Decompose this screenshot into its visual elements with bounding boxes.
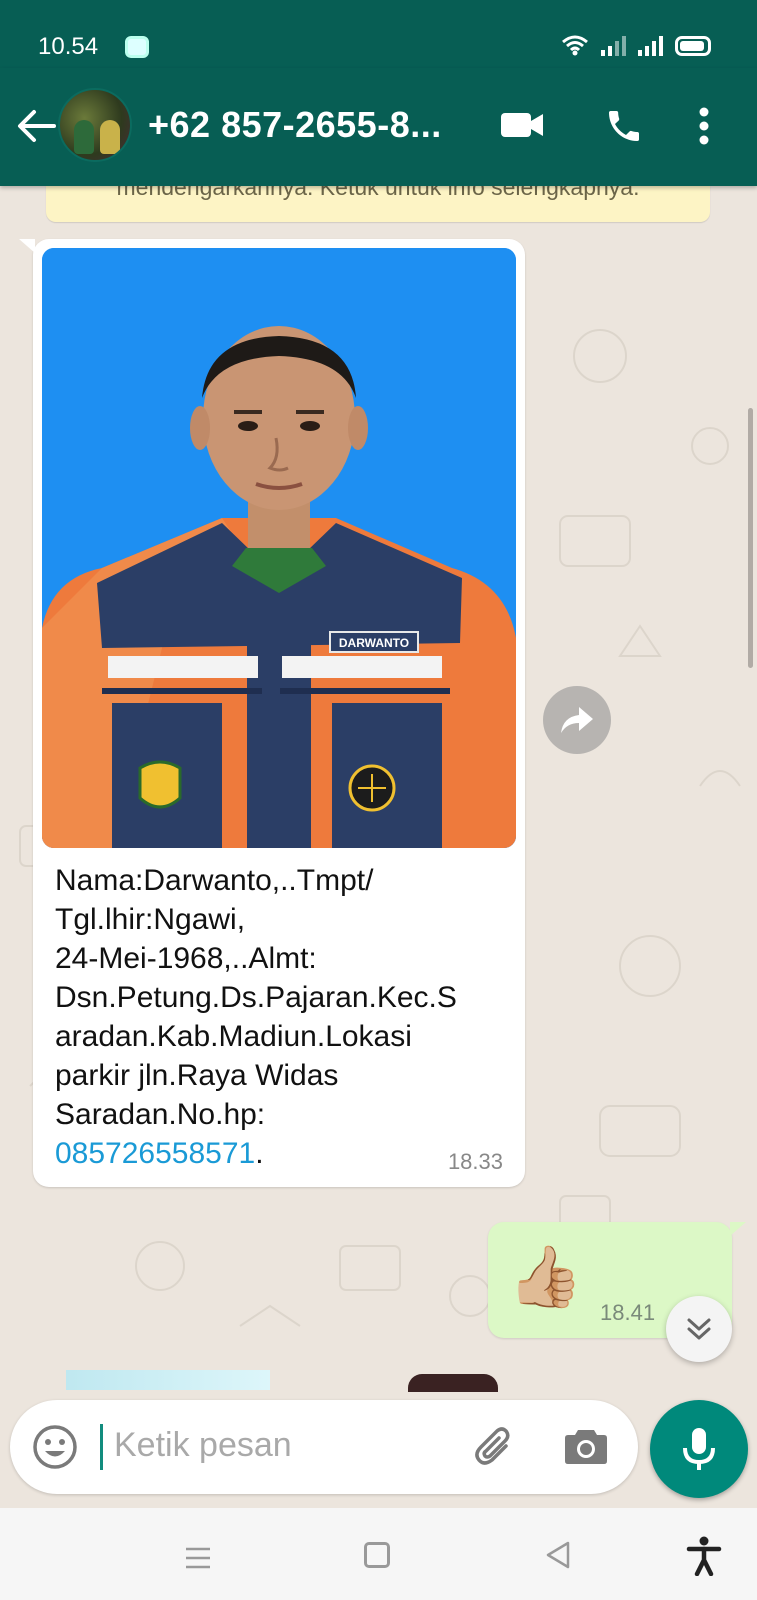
message-line: Saradan.No.hp: [55, 1098, 266, 1131]
scroll-to-bottom-button[interactable] [666, 1296, 732, 1362]
name-tag-text: DARWANTO [339, 636, 409, 650]
message-line: Nama:Darwanto,..Tmpt/ [55, 864, 374, 897]
message-line: aradan.Kab.Madiun.Lokasi [55, 1020, 412, 1053]
incoming-timestamp: 18.33 [447, 1149, 503, 1174]
status-icons [561, 34, 711, 56]
next-sticker-peek [408, 1374, 498, 1392]
contact-name[interactable]: +62 857-2655-8... [148, 104, 442, 146]
message-photo[interactable]: DARWANTO [42, 248, 516, 848]
chat-area[interactable]: mendengarkannya. Ketuk untuk info seleng… [0, 186, 757, 1508]
triangle-back-icon[interactable] [544, 1540, 572, 1570]
paperclip-icon[interactable] [472, 1424, 518, 1470]
forward-icon [561, 707, 593, 733]
emoji-icon[interactable] [32, 1424, 78, 1470]
portrait-image: DARWANTO [42, 248, 516, 848]
forward-button[interactable] [543, 686, 611, 754]
more-vert-icon[interactable] [698, 106, 710, 146]
next-message-peek [66, 1370, 270, 1390]
thumbs-up-emoji: 👍🏼 [508, 1243, 583, 1310]
message-line: 24-Mei-1968,..Almt: [55, 942, 317, 975]
mic-icon [683, 1428, 715, 1470]
signal-1-icon [601, 34, 626, 56]
phone-link[interactable]: 085726558571 [55, 1137, 255, 1170]
message-line: Dsn.Petung.Ds.Pajaran.Kec.S [55, 981, 457, 1014]
status-time: 10.54 [38, 33, 99, 60]
battery-icon [675, 36, 711, 56]
back-arrow-icon[interactable] [14, 106, 58, 146]
phone-icon[interactable] [604, 106, 644, 146]
voice-record-button[interactable] [650, 1400, 748, 1498]
system-nav-bar [0, 1508, 757, 1600]
contact-avatar[interactable] [58, 88, 132, 162]
camera-icon[interactable] [564, 1426, 608, 1466]
text-caret [100, 1424, 103, 1470]
message-composer[interactable]: Ketik pesan [10, 1400, 638, 1494]
chevron-double-down-icon [687, 1318, 711, 1340]
notice-text: mendengarkannya. Ketuk untuk info seleng… [116, 186, 640, 200]
notification-icon [125, 36, 149, 58]
outgoing-timestamp: 18.41 [600, 1300, 656, 1325]
menu-lines-icon[interactable] [184, 1546, 212, 1570]
signal-2-icon [638, 34, 663, 56]
scrollbar[interactable] [748, 408, 753, 668]
status-bar: 10.54 [0, 0, 757, 68]
square-icon[interactable] [364, 1542, 390, 1568]
accessibility-icon[interactable] [686, 1536, 722, 1576]
incoming-message[interactable]: DARWANTO Nama:Darwanto,..Tmpt/ Tgl.lhir:… [19, 239, 525, 1187]
chat-header: +62 857-2655-8... [0, 68, 757, 186]
encryption-notice[interactable]: mendengarkannya. Ketuk untuk info seleng… [46, 186, 710, 222]
video-call-icon[interactable] [500, 110, 544, 140]
trailing-text: . [255, 1137, 264, 1170]
message-text: Nama:Darwanto,..Tmpt/ Tgl.lhir:Ngawi, 24… [55, 861, 505, 1173]
message-input[interactable]: Ketik pesan [114, 1426, 292, 1465]
message-line: parkir jln.Raya Widas [55, 1059, 339, 1092]
message-line: Tgl.lhir:Ngawi, [55, 903, 246, 936]
message-line: 085726558571. [55, 1134, 505, 1173]
wifi-icon [562, 35, 588, 56]
